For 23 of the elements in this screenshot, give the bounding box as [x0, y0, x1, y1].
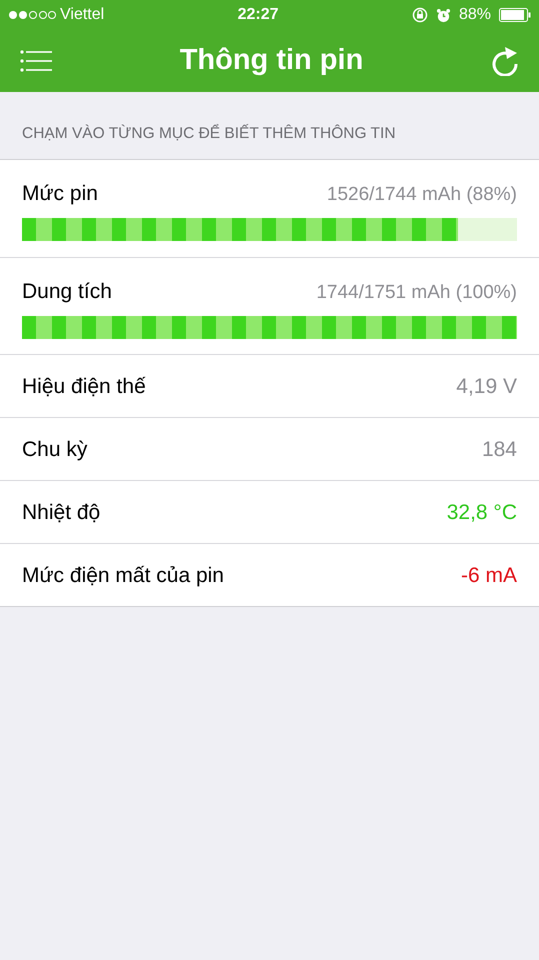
section-header: CHẠM VÀO TỪNG MỤC ĐỂ BIẾT THÊM THÔNG TIN [21, 123, 397, 144]
clock-time: 22:27 [238, 5, 279, 25]
row-value: 1744/1751 mAh (100%) [316, 281, 517, 306]
battery-icon [498, 8, 531, 22]
row-label: Hiệu điện thế [22, 374, 146, 400]
page-title: Thông tin pin [180, 43, 364, 78]
row-label: Mức pin [22, 181, 98, 208]
rotation-lock-icon [412, 7, 428, 23]
alarm-icon [436, 8, 451, 22]
signal-icon [8, 10, 56, 20]
row-label: Chu kỳ [22, 436, 88, 462]
row-value: 32,8 °C [446, 500, 517, 526]
row-value: 1526/1744 mAh (88%) [326, 183, 517, 208]
row-value: 184 [482, 436, 517, 462]
row-label: Dung tích [22, 279, 112, 306]
row-value: -6 mA [460, 562, 517, 588]
carrier-name: Viettel [60, 5, 104, 25]
row-label: Mức điện mất của pin [22, 562, 224, 588]
refresh-icon[interactable] [490, 46, 519, 76]
row-value: 4,19 V [456, 374, 517, 400]
battery-percentage: 88% [458, 5, 491, 25]
menu-icon[interactable] [20, 50, 52, 72]
row-label: Nhiệt độ [22, 500, 100, 526]
